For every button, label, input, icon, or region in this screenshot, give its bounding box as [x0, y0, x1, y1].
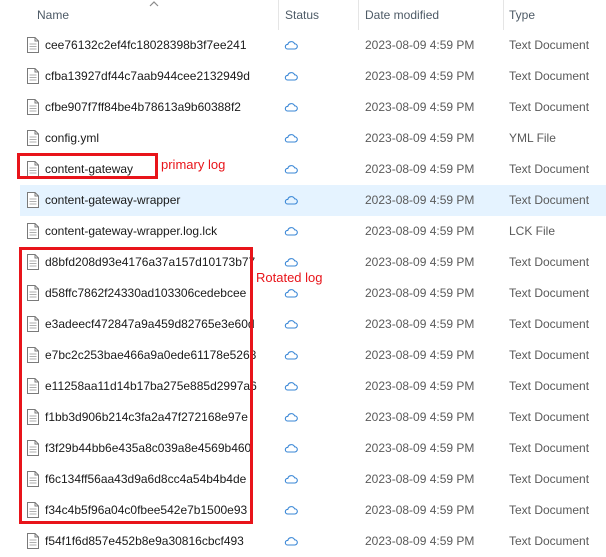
file-date-modified: 2023-08-09 4:59 PM [365, 534, 475, 548]
document-icon [27, 223, 39, 239]
file-type: Text Document [509, 503, 590, 517]
document-icon [27, 130, 39, 146]
cloud-icon [284, 413, 298, 422]
file-type: Text Document [509, 410, 590, 424]
column-header-date-modified[interactable]: Date modified [365, 0, 439, 30]
file-date-modified: 2023-08-09 4:59 PM [365, 286, 475, 300]
column-header-bar: Name Status Date modified Type [0, 0, 606, 30]
column-header-type[interactable]: Type [509, 0, 535, 30]
file-name: cfba13927df44c7aab944cee2132949d [45, 69, 250, 83]
file-type: Text Document [509, 286, 590, 300]
file-row[interactable]: config.yml 2023-08-09 4:59 PM YML File [0, 123, 606, 154]
primary-log-annotation: primary log [161, 157, 226, 172]
cloud-icon [284, 134, 298, 143]
file-type: Text Document [509, 317, 590, 331]
file-type: YML File [509, 131, 556, 145]
document-icon [27, 37, 39, 53]
file-type: Text Document [509, 534, 590, 548]
file-date-modified: 2023-08-09 4:59 PM [365, 317, 475, 331]
file-date-modified: 2023-08-09 4:59 PM [365, 131, 475, 145]
column-header-status[interactable]: Status [285, 0, 319, 30]
file-date-modified: 2023-08-09 4:59 PM [365, 193, 475, 207]
column-divider[interactable] [358, 0, 359, 30]
cloud-icon [284, 72, 298, 81]
file-date-modified: 2023-08-09 4:59 PM [365, 410, 475, 424]
file-date-modified: 2023-08-09 4:59 PM [365, 100, 475, 114]
column-divider[interactable] [503, 0, 504, 30]
file-row[interactable]: content-gateway-wrapper.log.lck 2023-08-0… [0, 216, 606, 247]
cloud-icon [284, 103, 298, 112]
file-row[interactable]: cee76132c2ef4fc18028398b3f7ee241 2023-08-… [0, 30, 606, 61]
rotated-log-highlight-box [19, 247, 253, 524]
file-type: Text Document [509, 193, 590, 207]
cloud-icon [284, 165, 298, 174]
file-type: Text Document [509, 100, 590, 114]
file-date-modified: 2023-08-09 4:59 PM [365, 162, 475, 176]
file-date-modified: 2023-08-09 4:59 PM [365, 379, 475, 393]
cloud-icon [284, 41, 298, 50]
file-row[interactable]: cfba13927df44c7aab944cee2132949d 2023-08-… [0, 61, 606, 92]
file-date-modified: 2023-08-09 4:59 PM [365, 38, 475, 52]
document-icon [27, 99, 39, 115]
file-type: Text Document [509, 255, 590, 269]
column-divider[interactable] [278, 0, 279, 30]
cloud-icon [284, 351, 298, 360]
file-name: cee76132c2ef4fc18028398b3f7ee241 [45, 38, 247, 52]
file-date-modified: 2023-08-09 4:59 PM [365, 441, 475, 455]
document-icon [27, 533, 39, 549]
file-row[interactable]: content-gateway-wrapper 2023-08-09 4:59 P… [0, 185, 606, 216]
file-name: f54f1f6d857e452b8e9a30816cbcf493 [45, 534, 244, 548]
cloud-icon [284, 196, 298, 205]
file-name: content-gateway-wrapper [45, 193, 181, 207]
cloud-icon [284, 444, 298, 453]
file-name: content-gateway-wrapper.log.lck [45, 224, 218, 238]
rotated-log-annotation: Rotated log [256, 270, 323, 285]
cloud-icon [284, 320, 298, 329]
file-name: cfbe907f7ff84be4b78613a9b60388f2 [45, 100, 241, 114]
file-date-modified: 2023-08-09 4:59 PM [365, 503, 475, 517]
file-date-modified: 2023-08-09 4:59 PM [365, 255, 475, 269]
cloud-icon [284, 475, 298, 484]
cloud-icon [284, 227, 298, 236]
cloud-icon [284, 258, 298, 267]
file-date-modified: 2023-08-09 4:59 PM [365, 472, 475, 486]
file-date-modified: 2023-08-09 4:59 PM [365, 224, 475, 238]
file-date-modified: 2023-08-09 4:59 PM [365, 348, 475, 362]
document-icon [27, 192, 39, 208]
file-type: Text Document [509, 162, 590, 176]
file-type: Text Document [509, 348, 590, 362]
cloud-icon [284, 506, 298, 515]
file-type: Text Document [509, 38, 590, 52]
document-icon [27, 68, 39, 84]
file-type: Text Document [509, 69, 590, 83]
cloud-icon [284, 289, 298, 298]
file-name: config.yml [45, 131, 100, 145]
column-header-name[interactable]: Name [37, 0, 69, 30]
cloud-icon [284, 382, 298, 391]
primary-log-highlight-box [17, 153, 158, 179]
file-date-modified: 2023-08-09 4:59 PM [365, 69, 475, 83]
file-row[interactable]: cfbe907f7ff84be4b78613a9b60388f2 2023-08-… [0, 92, 606, 123]
sort-ascending-icon[interactable] [148, 0, 160, 8]
file-type: Text Document [509, 472, 590, 486]
cloud-icon [284, 537, 298, 546]
file-type: Text Document [509, 441, 590, 455]
file-type: Text Document [509, 379, 590, 393]
file-row[interactable]: f54f1f6d857e452b8e9a30816cbcf493 2023-08-… [0, 526, 606, 557]
file-type: LCK File [509, 224, 556, 238]
